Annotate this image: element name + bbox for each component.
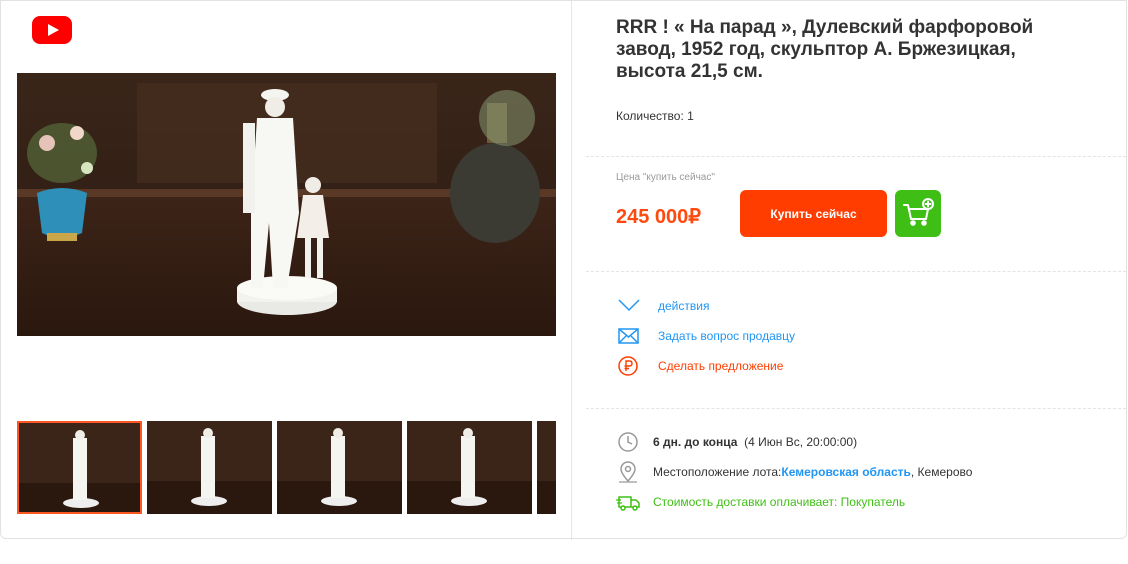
ruble-circle-icon — [618, 356, 638, 376]
separator — [586, 408, 1126, 409]
separator — [586, 271, 1126, 272]
thumbnail[interactable] — [537, 421, 556, 514]
end-date: (4 Июн Вс, 20:00:00) — [744, 435, 858, 449]
time-left: 6 дн. до конца — [653, 435, 738, 449]
separator — [586, 156, 1126, 157]
youtube-icon[interactable] — [32, 16, 72, 44]
thumbnail[interactable] — [17, 421, 142, 514]
main-photo[interactable] — [17, 73, 556, 336]
shipping-text: Стоимость доставки оплачивает: Покупател… — [653, 495, 906, 509]
lot-card: RRR ! « На парад », Дулевский фарфоровой… — [0, 0, 1127, 540]
city: , Кемерово — [910, 465, 973, 479]
column-divider — [571, 1, 572, 540]
thumbnail[interactable] — [407, 421, 532, 514]
delivery-truck-icon — [616, 496, 640, 511]
ask-seller-label: Задать вопрос продавцу — [658, 329, 796, 343]
thumbnail[interactable] — [277, 421, 402, 514]
lot-title: RRR ! « На парад », Дулевский фарфоровой… — [616, 17, 1034, 82]
region-link[interactable]: Кемеровская область — [781, 465, 911, 479]
more-actions-label: действия — [658, 299, 710, 313]
make-offer-label: Сделать предложение — [658, 359, 784, 373]
cart-add-icon — [903, 198, 934, 226]
quantity: Количество: 1 — [616, 109, 694, 123]
envelope-icon — [618, 328, 639, 344]
buy-now-button[interactable]: Купить сейчас — [740, 190, 887, 237]
price-label: Цена "купить сейчас" — [616, 172, 715, 183]
location-pin-icon — [619, 461, 637, 483]
location-label: Местоположение лота: — [653, 465, 782, 479]
add-to-cart-button[interactable] — [895, 190, 941, 237]
location-text: Местоположение лота:Кемеровская область,… — [653, 465, 972, 479]
thumbnail[interactable] — [147, 421, 272, 514]
price: 245 000₽ — [616, 206, 702, 228]
chevron-down-icon — [618, 299, 640, 312]
thumbnail-strip — [17, 421, 556, 514]
clock-icon — [618, 432, 638, 452]
time-left-text: 6 дн. до конца (4 Июн Вс, 20:00:00) — [653, 435, 857, 449]
